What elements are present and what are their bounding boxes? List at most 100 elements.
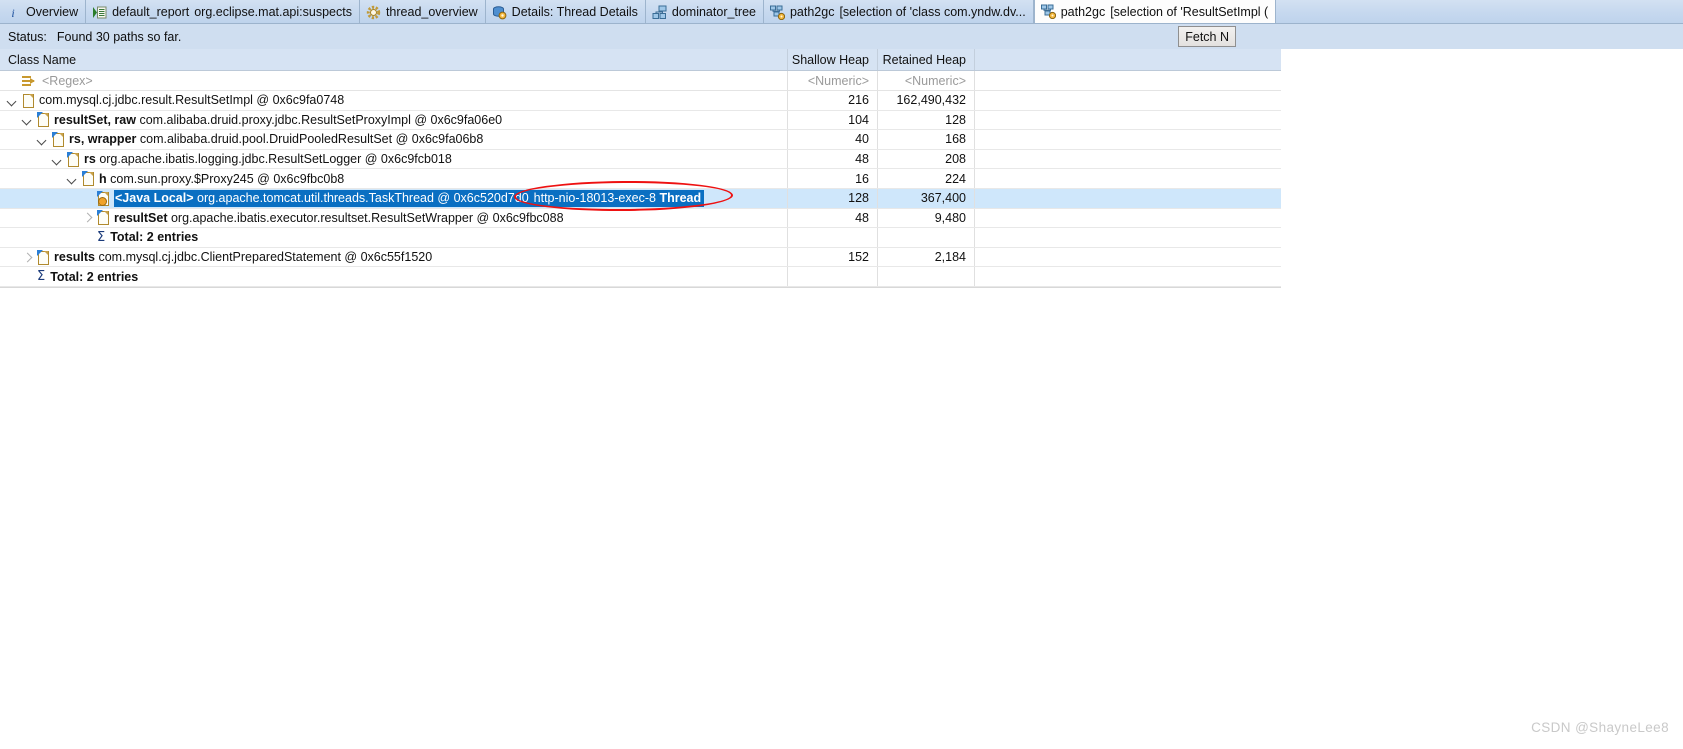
tree-expander-closed[interactable] — [81, 211, 94, 224]
retained-heap-cell — [878, 228, 975, 247]
tree-expander-open[interactable] — [6, 94, 19, 107]
class-name-cell[interactable]: resultSet, raw com.alibaba.druid.proxy.j… — [0, 110, 788, 130]
filter-text: <Numeric> — [904, 73, 966, 88]
table-row[interactable]: Σ Total: 2 entries — [0, 267, 1281, 287]
retained-heap-cell: 2,184 — [878, 247, 975, 267]
extra-cell — [975, 169, 1280, 188]
tree-expander-open[interactable] — [21, 113, 34, 126]
tab-path2gc[interactable]: path2gc [selection of 'ResultSetImpl ( — [1033, 0, 1277, 23]
tab-details-thread-details[interactable]: Details: Thread Details — [486, 0, 646, 23]
class-name-cell[interactable]: rs org.apache.ibatis.logging.jdbc.Result… — [0, 149, 788, 169]
extra-cell — [975, 189, 1280, 208]
class-name-text: com.alibaba.druid.pool.DruidPooledResult… — [139, 132, 484, 147]
tree-twisty-placeholder — [81, 231, 94, 244]
column-header-class-name[interactable]: Class Name — [0, 49, 788, 70]
tree-expander-closed[interactable] — [21, 251, 34, 264]
shallow-heap-cell — [788, 228, 878, 247]
sigma-total-icon: Σ — [97, 229, 106, 245]
tab-label: thread_overview — [385, 5, 478, 19]
filter-cell-3[interactable] — [975, 71, 1280, 90]
object-icon — [82, 171, 95, 187]
class-name-text: org.apache.tomcat.util.threads.TaskThrea… — [197, 191, 529, 206]
filter-cell-1[interactable]: <Numeric> — [788, 71, 878, 90]
shallow-heap-cell: 104 — [788, 110, 878, 130]
table-body: com.mysql.cj.jdbc.result.ResultSetImpl @… — [0, 91, 1281, 287]
retained-heap-cell: 128 — [878, 110, 975, 130]
path2gc-icon — [769, 5, 786, 20]
table-row[interactable]: rs, wrapper com.alibaba.druid.pool.Druid… — [0, 130, 1281, 150]
class-name-text: com.sun.proxy.$Proxy245 @ 0x6c9fbc0b8 — [110, 171, 345, 186]
paths-to-gc-roots-table: Class Name Shallow Heap Retained Heap <Reg… — [0, 49, 1281, 288]
retained-heap-cell: 367,400 — [878, 188, 975, 208]
column-header-shallow-heap[interactable]: Shallow Heap — [788, 49, 878, 70]
mat-window: i Overview default_report org.eclipse.mat.a… — [0, 0, 1683, 749]
field-name: resultSet — [114, 210, 168, 225]
report-icon — [92, 5, 107, 20]
class-name-cell[interactable]: Σ Total: 2 entries — [0, 267, 788, 286]
regex-filter-icon — [22, 74, 36, 87]
class-name-text: org.apache.ibatis.logging.jdbc.ResultSet… — [99, 152, 452, 167]
tab-label: Overview — [26, 5, 79, 19]
class-name-cell[interactable]: <Java Local> org.apache.tomcat.util.thre… — [0, 188, 788, 208]
tree-expander-open[interactable] — [51, 153, 64, 166]
filter-cell-0[interactable]: <Regex> — [0, 71, 788, 90]
filter-cell-2[interactable]: <Numeric> — [878, 71, 975, 90]
object-icon — [97, 210, 110, 226]
table-filter-row[interactable]: <Regex> <Numeric> <Numeric> — [0, 71, 1281, 91]
class-name-text: com.mysql.cj.jdbc.result.ResultSetImpl @… — [39, 93, 345, 108]
tree-expander-open[interactable] — [36, 133, 49, 146]
status-text: Found 30 paths so far. — [56, 29, 182, 44]
tab-label: default_report — [112, 5, 190, 19]
filter-text: <Numeric> — [807, 73, 869, 88]
tab-default-report[interactable]: default_report org.eclipse.mat.api:suspec… — [86, 0, 360, 23]
tree-twisty-placeholder — [81, 192, 94, 205]
class-name-cell[interactable]: Σ Total: 2 entries — [0, 228, 788, 247]
shallow-heap-cell: 216 — [788, 91, 878, 110]
field-name: rs — [84, 152, 96, 167]
tab-overview[interactable]: i Overview — [0, 0, 87, 23]
extra-cell — [975, 248, 1280, 267]
table-header-row: Class Name Shallow Heap Retained Heap — [0, 49, 1281, 71]
class-name-cell[interactable]: com.mysql.cj.jdbc.result.ResultSetImpl @… — [0, 91, 788, 110]
field-name: results — [54, 250, 95, 265]
filter-text: <Regex> — [42, 73, 93, 88]
shallow-heap-cell — [788, 267, 878, 286]
dominator-tree-icon — [652, 5, 667, 20]
table-row[interactable]: results com.mysql.cj.jdbc.ClientPrepared… — [0, 247, 1281, 268]
shallow-heap-cell: 128 — [788, 188, 878, 208]
field-name: resultSet, raw — [54, 112, 136, 127]
table-row[interactable]: <Java Local> org.apache.tomcat.util.thre… — [0, 188, 1281, 209]
tab-label: path2gc — [789, 5, 835, 19]
table-row[interactable]: Σ Total: 2 entries — [0, 228, 1281, 248]
object-icon — [52, 131, 65, 147]
fetch-next-button[interactable]: Fetch N — [1178, 26, 1236, 47]
extra-cell — [975, 267, 1280, 286]
tab-sublabel: org.eclipse.mat.api:suspects — [194, 5, 352, 19]
tab-thread-overview[interactable]: thread_overview — [360, 0, 486, 23]
class-name-cell[interactable]: rs, wrapper com.alibaba.druid.pool.Druid… — [0, 130, 788, 149]
column-header-retained-heap[interactable]: Retained Heap — [878, 49, 975, 70]
table-row[interactable]: com.mysql.cj.jdbc.result.ResultSetImpl @… — [0, 91, 1281, 111]
status-bar: Status: Found 30 paths so far. — [0, 24, 1683, 49]
details-icon — [492, 5, 507, 20]
tab-dominator-tree[interactable]: dominator_tree — [646, 0, 764, 23]
tree-expander-open[interactable] — [66, 172, 79, 185]
class-name-cell[interactable]: resultSet org.apache.ibatis.executor.res… — [0, 208, 788, 228]
column-header-blank[interactable] — [975, 49, 1280, 70]
extra-cell — [975, 111, 1280, 130]
extra-cell — [975, 130, 1280, 149]
tab-path2gc[interactable]: path2gc [selection of 'class com.yndw.dv.… — [764, 0, 1034, 23]
class-name-cell[interactable]: h com.sun.proxy.$Proxy245 @ 0x6c9fbc0b8 — [0, 169, 788, 188]
table-row[interactable]: resultSet, raw com.alibaba.druid.proxy.j… — [0, 110, 1281, 131]
retained-heap-cell: 224 — [878, 169, 975, 188]
table-row[interactable]: rs org.apache.ibatis.logging.jdbc.Result… — [0, 149, 1281, 170]
table-row[interactable]: resultSet org.apache.ibatis.executor.res… — [0, 208, 1281, 229]
shallow-heap-cell: 48 — [788, 208, 878, 228]
extra-cell — [975, 209, 1280, 228]
table-row[interactable]: h com.sun.proxy.$Proxy245 @ 0x6c9fbc0b8 1… — [0, 169, 1281, 189]
extra-cell — [975, 91, 1280, 110]
class-name-cell[interactable]: results com.mysql.cj.jdbc.ClientPrepared… — [0, 247, 788, 267]
thread-suffix-label: Thread — [659, 191, 702, 206]
status-label: Status: — [8, 29, 47, 44]
tab-label: Details: Thread Details — [511, 5, 638, 19]
